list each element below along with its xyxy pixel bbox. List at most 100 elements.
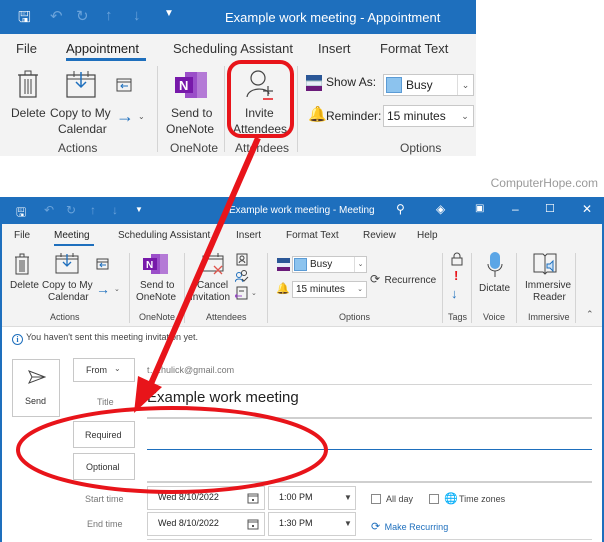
calendar-icon[interactable] [247,492,259,504]
check-names-icon[interactable] [235,269,249,283]
tab-file[interactable]: File [16,41,37,56]
delete-button[interactable]: Delete [8,68,48,128]
send-button[interactable]: Send [12,359,60,417]
customize-qat-icon[interactable]: ▼ [135,205,143,214]
dropdown-arrow-icon[interactable]: ▼ [344,519,352,528]
show-as-dropdown[interactable]: Busy ⌄ [383,74,474,96]
response-dropdown-icon[interactable]: ⌄ [251,289,257,297]
save-icon[interactable]: 🖫 [18,7,31,32]
optional-attendees-input[interactable] [147,453,592,479]
forward-dropdown-icon[interactable]: ⌄ [114,285,120,293]
collapse-ribbon-icon[interactable]: ⌃ [586,309,594,320]
copy-to-my-calendar-button[interactable]: Copy to My Calendar [42,251,94,307]
search-icon[interactable]: ⚲ [396,202,405,216]
start-date-picker[interactable]: Wed 8/10/2022 [147,486,265,510]
diamond-icon[interactable]: ◈ [436,202,445,216]
dictate-label: Dictate [479,283,511,294]
cancel-invitation-button[interactable]: Cancel Invitation [188,251,234,307]
time-zones-checkbox[interactable] [429,494,439,504]
private-lock-icon[interactable] [451,252,463,266]
undo-icon[interactable]: ↶ [50,7,63,25]
required-button[interactable]: Required [73,421,135,448]
all-day-checkbox[interactable] [371,494,381,504]
group-actions: Actions [58,141,98,155]
forward-calendar-icon[interactable] [96,257,109,270]
address-book-icon[interactable] [236,253,248,266]
dropdown-arrow-icon[interactable]: ▼ [344,493,352,502]
recurrence-button[interactable]: ⟳ Recurrence [370,270,436,288]
from-button[interactable]: From ⌄ [73,358,135,382]
maximize-icon[interactable]: ☐ [545,202,555,215]
from-label: From [86,365,107,375]
tab-insert[interactable]: Insert [318,41,351,56]
chevron-down-icon[interactable]: ⌄ [457,106,473,126]
forward-dropdown-icon[interactable]: ⌄ [138,112,145,121]
title-bar: 🖫 ↶ ↻ ↑ ↓ ▼ Example work meeting - Appoi… [0,0,476,34]
send-to-onenote-button[interactable]: N Send to OneNote [135,251,181,307]
tab-scheduling-assistant[interactable]: Scheduling Assistant [118,230,210,241]
tab-file[interactable]: File [14,230,30,241]
end-date-picker[interactable]: Wed 8/10/2022 [147,512,265,536]
customize-qat-icon[interactable]: ▼ [164,8,174,19]
redo-icon[interactable]: ↻ [76,7,89,25]
tab-appointment[interactable]: Appointment [66,41,139,56]
trash-icon [15,253,29,275]
end-time-label: End time [87,519,123,529]
separator [442,253,443,323]
show-as-dropdown[interactable]: Busy ⌄ [292,256,367,273]
forward-calendar-icon[interactable] [116,76,132,92]
tab-format-text[interactable]: Format Text [380,41,448,56]
previous-item-icon[interactable]: ↑ [105,7,113,24]
recurrence-icon: ⟳ [371,521,381,533]
separator [575,253,576,323]
chevron-down-icon[interactable]: ⌄ [354,257,366,272]
copy-to-my-calendar-button[interactable]: Copy to My Calendar [50,68,114,136]
show-as-value: Busy [310,259,333,270]
next-item-icon[interactable]: ↓ [112,203,118,217]
next-item-icon[interactable]: ↓ [133,7,141,24]
immersive-reader-button[interactable]: Immersive Reader [520,251,571,307]
reminder-value: 15 minutes [296,284,345,295]
title-bar: 🖫 ↶ ↻ ↑ ↓ ▼ Example work meeting - Meeti… [2,197,602,224]
make-recurring-link[interactable]: ⟳ Make Recurring [371,517,448,535]
end-time-dropdown[interactable]: 1:30 PM ▼ [268,512,356,536]
reminder-dropdown[interactable]: 15 minutes ⌄ [383,105,474,127]
start-time-dropdown[interactable]: 1:00 PM ▼ [268,486,356,510]
tab-review[interactable]: Review [363,230,396,241]
send-to-onenote-button[interactable]: N Send to OneNote [165,68,221,136]
tab-help[interactable]: Help [417,230,438,241]
invite-attendees-button[interactable]: Invite Attendees [230,68,290,136]
start-time-value: 1:00 PM [279,492,313,502]
tab-scheduling-assistant[interactable]: Scheduling Assistant [173,41,293,56]
copy-label-line1: Copy to My [42,280,93,291]
low-importance-icon[interactable]: ↓ [451,286,458,301]
undo-icon[interactable]: ↶ [44,203,54,217]
forward-arrow-icon[interactable]: → [96,281,110,297]
redo-icon[interactable]: ↻ [66,203,76,217]
reminder-dropdown[interactable]: 15 minutes ⌄ [292,281,367,298]
group-attendees: Attendees [206,312,247,322]
tab-meeting[interactable]: Meeting [54,230,90,241]
title-input[interactable]: Example work meeting [147,389,592,415]
tab-insert[interactable]: Insert [236,230,261,241]
calendar-icon[interactable] [247,518,259,530]
close-icon[interactable]: ✕ [582,202,592,216]
ribbon-display-options-icon[interactable]: ▣ [475,203,484,214]
separator [224,66,225,152]
immersive-reader-icon [533,253,557,275]
response-options-icon[interactable] [235,286,248,300]
minimize-icon[interactable]: – [512,202,519,216]
chevron-down-icon[interactable]: ⌄ [354,282,366,297]
forward-arrow-icon[interactable]: → [116,106,134,127]
required-attendees-input[interactable] [147,422,592,448]
previous-item-icon[interactable]: ↑ [90,203,96,217]
divider [147,539,592,540]
delete-button[interactable]: Delete [8,251,39,303]
save-icon[interactable]: 🖫 [16,203,26,224]
tab-format-text[interactable]: Format Text [286,230,339,241]
optional-button[interactable]: Optional [73,453,135,480]
high-importance-icon[interactable]: ! [454,268,458,283]
chevron-down-icon[interactable]: ⌄ [457,75,473,95]
active-tab-indicator [54,244,94,246]
dictate-button[interactable]: Dictate [476,251,514,307]
